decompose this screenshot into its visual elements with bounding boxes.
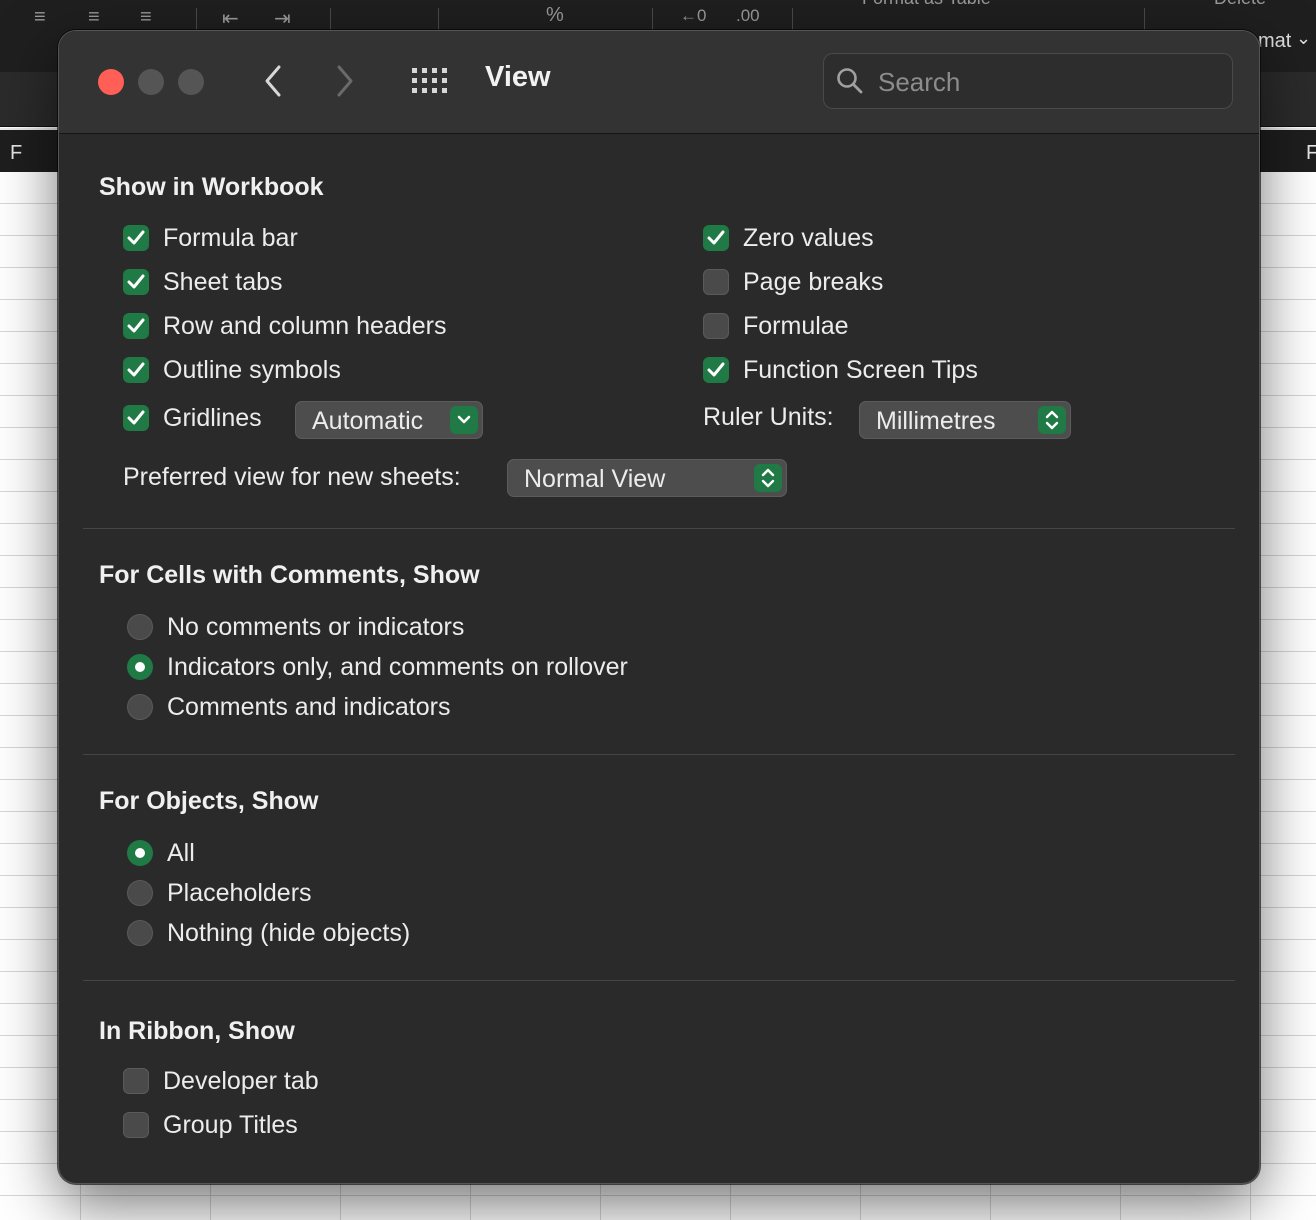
checkbox-empty-icon[interactable] [703,269,729,295]
preferred-view-label: Preferred view for new sheets: [123,463,461,491]
search-input[interactable] [876,64,1220,100]
search-field[interactable] [823,53,1233,109]
forward-button[interactable] [329,61,361,101]
radio-empty-icon[interactable] [127,920,153,946]
radio-label: Nothing (hide objects) [167,918,411,947]
chevron-down-icon [450,406,478,434]
checkbox-row-and-column-headers[interactable]: Row and column headers [123,309,447,343]
search-icon [837,68,863,94]
checkbox-function-screen-tips[interactable]: Function Screen Tips [703,353,978,387]
increase-decimal-icon: .00 [736,6,760,25]
preferred-view-value: Normal View [524,465,666,493]
grid-icon [412,68,447,93]
radio-label: Placeholders [167,878,312,907]
radio-label: Comments and indicators [167,692,451,721]
radio-indicators-only-and-comments-on-rollover[interactable]: Indicators only, and comments on rollove… [127,650,628,684]
checkmark-icon[interactable] [703,357,729,383]
ribbon-heading: In Ribbon, Show [99,1017,295,1045]
ruler-units-label: Ruler Units: [703,403,834,431]
show-in-workbook-heading: Show in Workbook [99,173,324,201]
checkbox-label: Row and column headers [163,311,447,340]
align-right-icon: ≡ [140,6,152,28]
radio-all[interactable]: All [127,836,195,870]
outdent-icon: ⇥ [274,8,291,30]
radio-selected-icon[interactable] [127,840,153,866]
gridlines-color-value: Automatic [312,407,424,435]
up-down-chevron-icon [1038,406,1066,434]
checkmark-icon[interactable] [123,357,149,383]
checkbox-label: Function Screen Tips [743,355,978,384]
checkmark-icon[interactable] [123,405,149,431]
checkbox-gridlines[interactable]: Gridlines [123,401,262,435]
column-letter[interactable]: F [1306,142,1316,165]
radio-no-comments-or-indicators[interactable]: No comments or indicators [127,610,464,644]
checkbox-formulae[interactable]: Formulae [703,309,849,343]
back-button[interactable] [257,61,289,101]
checkbox-label: Formula bar [163,223,298,252]
up-down-chevron-icon [754,464,782,492]
radio-comments-and-indicators[interactable]: Comments and indicators [127,690,450,724]
checkbox-empty-icon[interactable] [703,313,729,339]
radio-empty-icon[interactable] [127,880,153,906]
zoom-button[interactable] [178,69,204,95]
dialog-titlebar: View [59,31,1259,134]
checkbox-label: Gridlines [163,403,262,432]
dialog-title: View [485,61,551,93]
checkbox-sheet-tabs[interactable]: Sheet tabs [123,265,283,299]
checkmark-icon[interactable] [703,225,729,251]
checkbox-group-titles[interactable]: Group Titles [123,1108,298,1142]
checkbox-label: Page breaks [743,267,884,296]
ruler-units-select[interactable]: Millimetres [859,401,1071,439]
radio-empty-icon[interactable] [127,614,153,640]
align-icon: ≡ [34,6,46,28]
delete-label[interactable]: Delete [1214,0,1266,9]
checkbox-empty-icon[interactable] [123,1068,149,1094]
radio-label: All [167,838,195,867]
decrease-decimal-icon: ←0 [680,6,707,25]
section-divider [83,528,1235,529]
percent-icon: % [546,4,564,26]
checkbox-label: Developer tab [163,1066,319,1095]
objects-heading: For Objects, Show [99,787,319,815]
format-as-table-label[interactable]: Format as Table [862,0,991,9]
show-all-button[interactable] [411,67,449,95]
radio-empty-icon[interactable] [127,694,153,720]
checkbox-outline-symbols[interactable]: Outline symbols [123,353,341,387]
radio-placeholders[interactable]: Placeholders [127,876,312,910]
section-divider [83,754,1235,755]
checkbox-zero-values[interactable]: Zero values [703,221,874,255]
checkbox-developer-tab[interactable]: Developer tab [123,1064,319,1098]
radio-label: Indicators only, and comments on rollove… [167,652,628,681]
checkbox-label: Formulae [743,311,849,340]
checkmark-icon[interactable] [123,225,149,251]
section-divider [83,980,1235,981]
radio-label: No comments or indicators [167,612,465,641]
checkmark-icon[interactable] [123,313,149,339]
chevron-right-icon [337,65,353,97]
chevron-down-icon: ⌄ [1296,28,1312,48]
gridlines-color-select[interactable]: Automatic [295,401,483,439]
checkbox-formula-bar[interactable]: Formula bar [123,221,298,255]
format-label[interactable]: mat [1258,30,1291,53]
view-preferences-dialog: View Show in Workbook Formula bar Sheet t… [58,30,1260,1184]
column-letter[interactable]: F [10,142,22,165]
checkbox-empty-icon[interactable] [123,1112,149,1138]
checkbox-label: Group Titles [163,1110,298,1139]
radio-nothing-hide-objects[interactable]: Nothing (hide objects) [127,916,410,950]
ruler-units-value: Millimetres [876,407,996,435]
radio-selected-icon[interactable] [127,654,153,680]
preferred-view-select[interactable]: Normal View [507,459,787,497]
close-button[interactable] [98,69,124,95]
indent-icon: ⇤ [222,8,239,30]
checkbox-label: Sheet tabs [163,267,283,296]
align-center-icon: ≡ [88,6,100,28]
checkmark-icon[interactable] [123,269,149,295]
comments-heading: For Cells with Comments, Show [99,561,480,589]
minimize-button[interactable] [138,69,164,95]
checkbox-label: Zero values [743,223,874,252]
checkbox-label: Outline symbols [163,355,341,384]
checkbox-page-breaks[interactable]: Page breaks [703,265,883,299]
chevron-left-icon [265,65,281,97]
